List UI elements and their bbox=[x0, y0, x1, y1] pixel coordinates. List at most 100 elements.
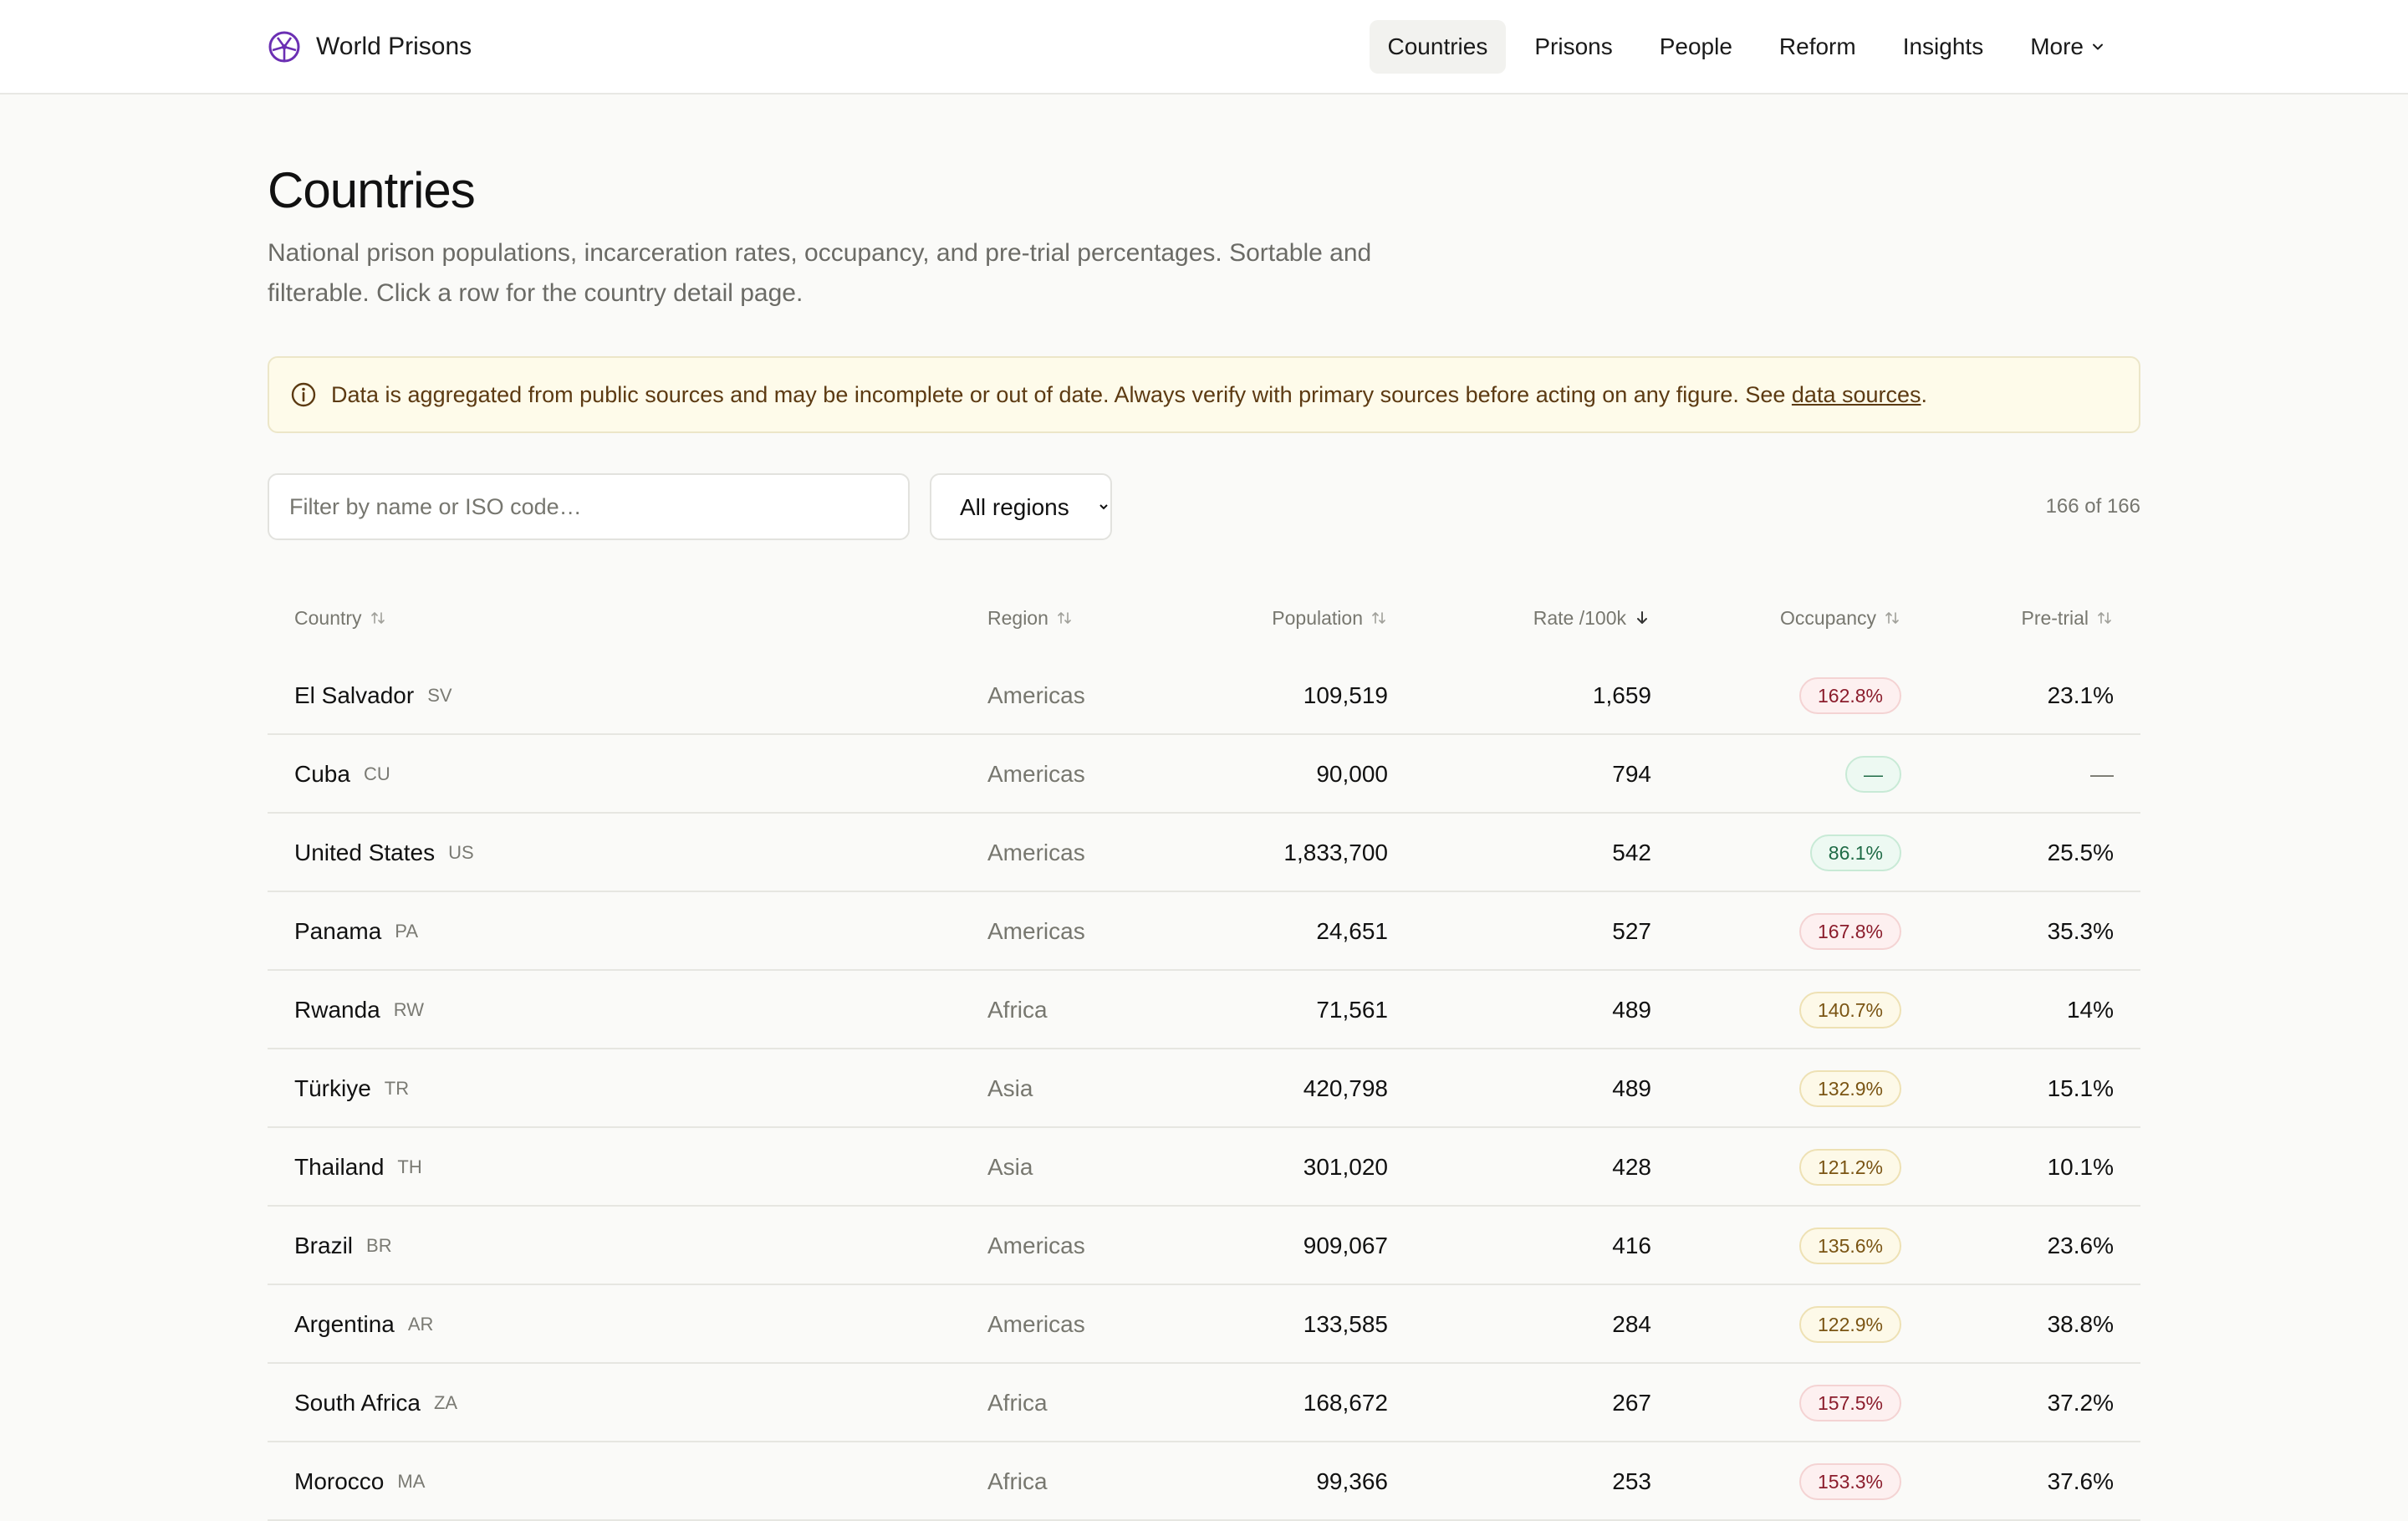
country-name: Thailand bbox=[294, 1154, 385, 1180]
region-select[interactable]: All regions bbox=[930, 473, 1112, 540]
region-cell: Americas bbox=[987, 682, 1085, 708]
region-cell: Americas bbox=[987, 840, 1085, 865]
country-cell: South Africa ZA bbox=[294, 1364, 457, 1442]
sort-occupancy-header[interactable]: Occupancy bbox=[1780, 579, 1901, 656]
country-name: Brazil bbox=[294, 1233, 354, 1258]
sort-unsorted-icon bbox=[1372, 612, 1385, 624]
occupancy-badge: 153.3% bbox=[1798, 1463, 1901, 1500]
iso-code: ZA bbox=[433, 1392, 458, 1413]
region-cell: Africa bbox=[987, 997, 1048, 1023]
table-row[interactable]: Argentina AR Americas 133,585 284 122.9% 38.8% bbox=[268, 1285, 2140, 1364]
nav-insights[interactable]: Insights bbox=[1885, 20, 2002, 74]
country-cell: Morocco MA bbox=[294, 1442, 425, 1521]
column-label: Rate /100k bbox=[1533, 606, 1626, 629]
country-name: Türkiye bbox=[294, 1075, 371, 1101]
sort-descending-icon bbox=[1637, 611, 1647, 624]
table-row[interactable]: South Africa ZA Africa 168,672 267 157.5% 37.2… bbox=[268, 1364, 2140, 1442]
population-cell: 99,366 bbox=[1316, 1468, 1388, 1494]
iso-code: AR bbox=[407, 1314, 434, 1335]
iso-code: CU bbox=[363, 763, 390, 784]
nav-people[interactable]: People bbox=[1641, 20, 1751, 74]
table-row[interactable]: El Salvador SV Americas 109,519 1,659 162.8% 2… bbox=[268, 656, 2140, 735]
pretrial-cell: 23.1% bbox=[2047, 682, 2114, 708]
country-name: Rwanda bbox=[294, 997, 380, 1023]
occupancy-cell: 121.2% bbox=[1798, 1128, 1901, 1207]
filter-input[interactable] bbox=[268, 473, 910, 540]
occupancy-cell: 153.3% bbox=[1798, 1442, 1901, 1521]
countries-table: Country Region Population Rate /100k Occ… bbox=[268, 579, 2140, 1521]
table-row[interactable]: Türkiye TR Asia 420,798 489 132.9% 15.1% bbox=[268, 1049, 2140, 1128]
table-row[interactable]: Morocco MA Africa 99,366 253 153.3% 37.6% bbox=[268, 1442, 2140, 1521]
country-name: El Salvador bbox=[294, 682, 415, 708]
occupancy-cell: 167.8% bbox=[1798, 892, 1901, 971]
info-icon bbox=[291, 382, 316, 407]
occupancy-cell: 157.5% bbox=[1798, 1364, 1901, 1442]
nav-label: Countries bbox=[1387, 33, 1488, 59]
rate-cell: 542 bbox=[1612, 840, 1651, 865]
rate-cell: 489 bbox=[1612, 997, 1651, 1023]
rate-cell: 527 bbox=[1612, 918, 1651, 944]
population-cell: 90,000 bbox=[1316, 761, 1388, 787]
country-name: Cuba bbox=[294, 761, 350, 787]
sort-country-header[interactable]: Country bbox=[294, 579, 387, 656]
brand[interactable]: World Prisons bbox=[268, 28, 472, 65]
nav-reform[interactable]: Reform bbox=[1761, 20, 1875, 74]
iso-code: RW bbox=[393, 999, 424, 1020]
country-cell: El Salvador SV bbox=[294, 656, 452, 735]
chevron-down-icon bbox=[2093, 43, 2103, 50]
pretrial-cell: 37.6% bbox=[2047, 1468, 2114, 1494]
sort-region-header[interactable]: Region bbox=[987, 579, 1074, 656]
occupancy-badge: 167.8% bbox=[1798, 913, 1901, 950]
data-sources-link[interactable]: data sources bbox=[1792, 382, 1921, 407]
population-cell: 133,585 bbox=[1303, 1311, 1388, 1337]
population-cell: 301,020 bbox=[1303, 1154, 1388, 1180]
country-cell: United States US bbox=[294, 814, 474, 892]
country-name: Morocco bbox=[294, 1468, 385, 1494]
table-header: Country Region Population Rate /100k Occ… bbox=[268, 579, 2140, 656]
table-row[interactable]: United States US Americas 1,833,700 542 86.1%… bbox=[268, 814, 2140, 892]
occupancy-badge: 157.5% bbox=[1798, 1385, 1901, 1421]
table-row[interactable]: Brazil BR Americas 909,067 416 135.6% 23.6% bbox=[268, 1207, 2140, 1285]
table-row[interactable]: Cuba CU Americas 90,000 794 — — bbox=[268, 735, 2140, 814]
page-subtitle: National prison populations, incarcerati… bbox=[268, 239, 1372, 307]
population-cell: 168,672 bbox=[1303, 1390, 1388, 1416]
country-cell: Türkiye TR bbox=[294, 1049, 409, 1128]
nav-label: People bbox=[1659, 33, 1732, 59]
country-cell: Panama PA bbox=[294, 892, 418, 971]
sort-pretrial-header[interactable]: Pre-trial bbox=[2021, 579, 2114, 656]
country-cell: Cuba CU bbox=[294, 735, 390, 814]
table-row[interactable]: Rwanda RW Africa 71,561 489 140.7% 14% bbox=[268, 971, 2140, 1049]
occupancy-cell: 122.9% bbox=[1798, 1285, 1901, 1364]
nav-label: Prisons bbox=[1534, 33, 1613, 59]
pretrial-cell: 25.5% bbox=[2047, 840, 2114, 865]
nav-countries[interactable]: Countries bbox=[1369, 20, 1507, 74]
country-name: Panama bbox=[294, 918, 382, 944]
rate-cell: 267 bbox=[1612, 1390, 1651, 1416]
sort-rate-header[interactable]: Rate /100k bbox=[1533, 579, 1651, 656]
occupancy-badge: 132.9% bbox=[1798, 1070, 1901, 1107]
main-nav: Countries Prisons People Reform Insights… bbox=[1360, 20, 2123, 74]
occupancy-badge: 135.6% bbox=[1798, 1228, 1901, 1264]
sort-population-header[interactable]: Population bbox=[1272, 579, 1388, 656]
country-cell: Argentina AR bbox=[294, 1285, 433, 1364]
country-name: Argentina bbox=[294, 1311, 395, 1337]
population-cell: 420,798 bbox=[1303, 1075, 1388, 1101]
occupancy-cell: 162.8% bbox=[1798, 656, 1901, 735]
brand-name: World Prisons bbox=[316, 33, 472, 60]
rate-cell: 253 bbox=[1612, 1468, 1651, 1494]
pretrial-cell: 37.2% bbox=[2047, 1390, 2114, 1416]
nav-more[interactable]: More bbox=[2012, 20, 2122, 74]
iso-code: PA bbox=[395, 921, 419, 942]
data-disclaimer-notice: Data is aggregated from public sources a… bbox=[268, 356, 2140, 433]
rate-cell: 284 bbox=[1612, 1311, 1651, 1337]
table-controls: All regions 166 of 166 bbox=[268, 473, 2140, 540]
iso-code: MA bbox=[397, 1471, 426, 1492]
rate-cell: 794 bbox=[1612, 761, 1651, 787]
table-row[interactable]: Thailand TH Asia 301,020 428 121.2% 10.1% bbox=[268, 1128, 2140, 1207]
globe-logo-icon bbox=[268, 31, 300, 63]
notice-body: Data is aggregated from public sources a… bbox=[331, 381, 1792, 407]
occupancy-badge: — bbox=[1845, 756, 1901, 793]
population-cell: 71,561 bbox=[1316, 997, 1388, 1023]
nav-prisons[interactable]: Prisons bbox=[1516, 20, 1630, 74]
table-row[interactable]: Panama PA Americas 24,651 527 167.8% 35.3% bbox=[268, 892, 2140, 971]
